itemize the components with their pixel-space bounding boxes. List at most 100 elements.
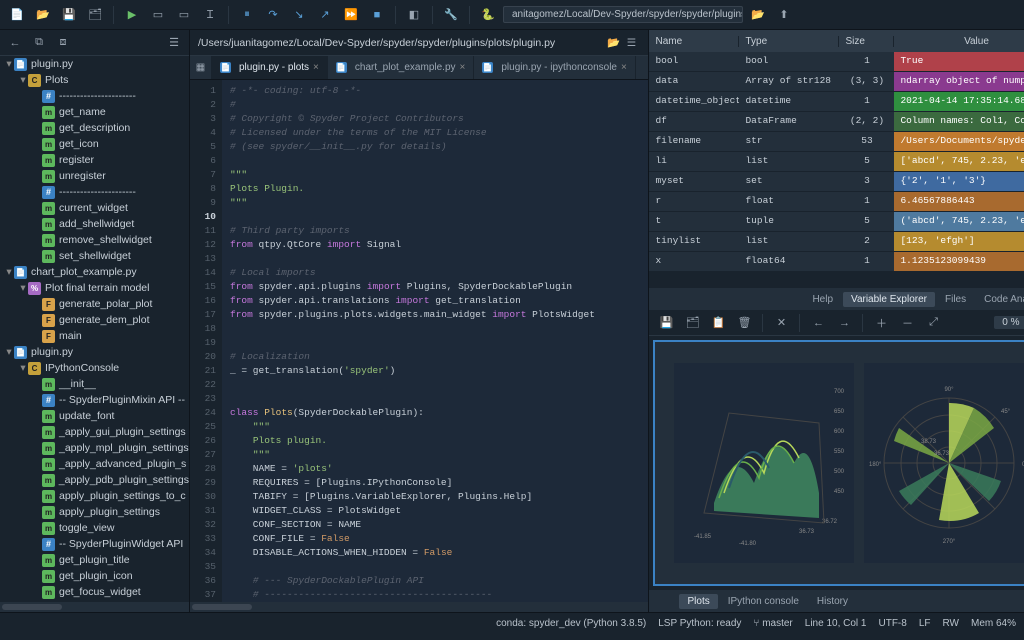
outline-scrollbar[interactable]	[0, 602, 189, 612]
outline-item[interactable]: ▾📄plugin.py	[0, 56, 189, 72]
back-button[interactable]: ←	[6, 34, 24, 52]
outline-item[interactable]: mregister	[0, 152, 189, 168]
outline-item[interactable]: #-- SpyderPluginMixin API --	[0, 392, 189, 408]
outline-item[interactable]: m_apply_pdb_plugin_settings	[0, 472, 189, 488]
outline-item[interactable]: mget_name	[0, 104, 189, 120]
status-lsp[interactable]: LSP Python: ready	[658, 618, 741, 629]
variable-row[interactable]: xfloat6411.1235123099439	[649, 252, 1024, 272]
variable-row[interactable]: datetime_objectdatetime12021-04-14 17:35…	[649, 92, 1024, 112]
outline-item[interactable]: ▾📄plugin.py	[0, 344, 189, 360]
debug-stop-button[interactable]: ■	[366, 4, 388, 26]
plot-next-button[interactable]: →	[833, 312, 855, 334]
editor-tab[interactable]: 📄plugin.py - plots×	[212, 56, 328, 79]
status-cursor[interactable]: Line 10, Col 1	[805, 618, 867, 629]
plot-delete-button[interactable]: 🗑	[733, 312, 755, 334]
variable-table-header[interactable]: Name Type Size Value	[649, 30, 1024, 52]
plot-prev-button[interactable]: ←	[807, 312, 829, 334]
code-editor[interactable]: 1234567891011121314151617181920212223242…	[190, 80, 648, 602]
collapse-all-button[interactable]: ⧉	[30, 34, 48, 52]
variable-row[interactable]: dataArray of str128(3, 3)ndarray object …	[649, 72, 1024, 92]
outline-item[interactable]: mget_plugin_title	[0, 552, 189, 568]
pythonpath-button[interactable]: 🐍	[477, 4, 499, 26]
outline-item[interactable]: mget_plugin_icon	[0, 568, 189, 584]
outline-item[interactable]: madd_shellwidget	[0, 216, 189, 232]
outline-item[interactable]: m_apply_gui_plugin_settings	[0, 424, 189, 440]
run-selection-button[interactable]: Ɪ	[199, 4, 221, 26]
save-button[interactable]: 💾	[58, 4, 80, 26]
outline-item[interactable]: munregister	[0, 168, 189, 184]
col-size[interactable]: Size	[839, 36, 894, 47]
outline-item[interactable]: ▾📄chart_plot_example.py	[0, 264, 189, 280]
plot-save-button[interactable]: 💾	[655, 312, 677, 334]
variable-row[interactable]: filenamestr53/Users/Documents/spyder/spy…	[649, 132, 1024, 152]
working-directory-input[interactable]: anitagomez/Local/Dev-Spyder/spyder/spyde…	[503, 6, 743, 23]
variable-row[interactable]: mysetset3{'2', '1', '3'}	[649, 172, 1024, 192]
status-git[interactable]: ⑂ master	[753, 618, 792, 629]
close-tab-icon[interactable]: ×	[313, 62, 319, 73]
pane-tab[interactable]: IPython console	[720, 594, 807, 609]
outline-item[interactable]: mtoggle_view	[0, 520, 189, 536]
close-tab-icon[interactable]: ×	[460, 62, 466, 73]
editor-tab[interactable]: 📄chart_plot_example.py×	[328, 56, 474, 79]
cwd-browse-button[interactable]: 📂	[747, 4, 769, 26]
outline-item[interactable]: ▾%Plot final terrain model	[0, 280, 189, 296]
debug-step-in-button[interactable]: ↘	[288, 4, 310, 26]
run-cell-button[interactable]: ▭	[147, 4, 169, 26]
outline-item[interactable]: m__init__	[0, 376, 189, 392]
outline-item[interactable]: mupdate_font	[0, 408, 189, 424]
outline-item[interactable]: m_apply_mpl_plugin_settings	[0, 440, 189, 456]
code-area[interactable]: # -*- coding: utf-8 -*-## Copyright © Sp…	[222, 80, 648, 602]
col-name[interactable]: Name	[649, 36, 739, 47]
outline-item[interactable]: mcurrent_widget	[0, 200, 189, 216]
pane-tab[interactable]: Variable Explorer	[843, 292, 935, 307]
editor-menu-button[interactable]: ☰	[622, 34, 640, 52]
plot-copy-button[interactable]: 📋	[707, 312, 729, 334]
cwd-parent-button[interactable]: ⬆	[773, 4, 795, 26]
debug-continue-button[interactable]: ⏩	[340, 4, 362, 26]
expand-all-button[interactable]: ⧈	[54, 34, 72, 52]
plot-zoom-out-button[interactable]: －	[896, 312, 918, 334]
editor-tab[interactable]: 📄plugin.py - ipythonconsole×	[474, 56, 635, 79]
outline-item[interactable]: Fgenerate_polar_plot	[0, 296, 189, 312]
variable-row[interactable]: boolbool1True	[649, 52, 1024, 72]
outline-item[interactable]: mget_description	[0, 120, 189, 136]
outline-item[interactable]: ▾CPlots	[0, 72, 189, 88]
outline-item[interactable]: Fmain	[0, 328, 189, 344]
plot-close-all-button[interactable]: ✕	[770, 312, 792, 334]
debug-step-button[interactable]: ↷	[262, 4, 284, 26]
col-value[interactable]: Value	[894, 36, 1024, 47]
variable-table-body[interactable]: boolbool1TruedataArray of str128(3, 3)nd…	[649, 52, 1024, 288]
outline-item[interactable]: mget_icon	[0, 136, 189, 152]
tabs-list-button[interactable]: ▦	[190, 56, 212, 79]
pane-tab[interactable]: Help	[804, 292, 841, 307]
outline-item[interactable]: #-- SpyderPluginWidget API	[0, 536, 189, 552]
variable-row[interactable]: ttuple5('abcd', 745, 2.23, 'efgh', 70.2)	[649, 212, 1024, 232]
pane-tab[interactable]: Plots	[679, 594, 717, 609]
pane-tab[interactable]: History	[809, 594, 856, 609]
variable-row[interactable]: tinylistlist2[123, 'efgh']	[649, 232, 1024, 252]
outline-item[interactable]: #----------------------	[0, 184, 189, 200]
plot-fit-button[interactable]: ⤢	[922, 312, 944, 334]
variable-row[interactable]: lilist5['abcd', 745, 2.23, 'efgh', 70.2]	[649, 152, 1024, 172]
editor-hscrollbar[interactable]	[190, 602, 648, 612]
status-mode[interactable]: RW	[943, 618, 959, 629]
outline-item[interactable]: Fgenerate_dem_plot	[0, 312, 189, 328]
editor-browse-button[interactable]: 📂	[604, 34, 622, 52]
outline-tree[interactable]: ▾📄plugin.py▾CPlots#---------------------…	[0, 56, 189, 602]
outline-menu-button[interactable]: ☰	[165, 34, 183, 52]
run-button[interactable]: ▶	[121, 4, 143, 26]
run-cell-advance-button[interactable]: ▭	[173, 4, 195, 26]
variable-row[interactable]: rfloat16.46567886443	[649, 192, 1024, 212]
status-encoding[interactable]: UTF-8	[878, 618, 906, 629]
outline-item[interactable]: mset_shellwidget	[0, 248, 189, 264]
outline-item[interactable]: mapply_plugin_settings_to_c	[0, 488, 189, 504]
outline-item[interactable]: mget_focus_widget	[0, 584, 189, 600]
preferences-button[interactable]: 🔧	[440, 4, 462, 26]
outline-item[interactable]: mremove_shellwidget	[0, 232, 189, 248]
debug-step-out-button[interactable]: ↗	[314, 4, 336, 26]
open-file-button[interactable]: 📂	[32, 4, 54, 26]
variable-row[interactable]: dfDataFrame(2, 2)Column names: Col1, Col…	[649, 112, 1024, 132]
plot-save-all-button[interactable]: 🗂	[681, 312, 703, 334]
outline-item[interactable]: ▾CIPythonConsole	[0, 360, 189, 376]
close-tab-icon[interactable]: ×	[621, 62, 627, 73]
